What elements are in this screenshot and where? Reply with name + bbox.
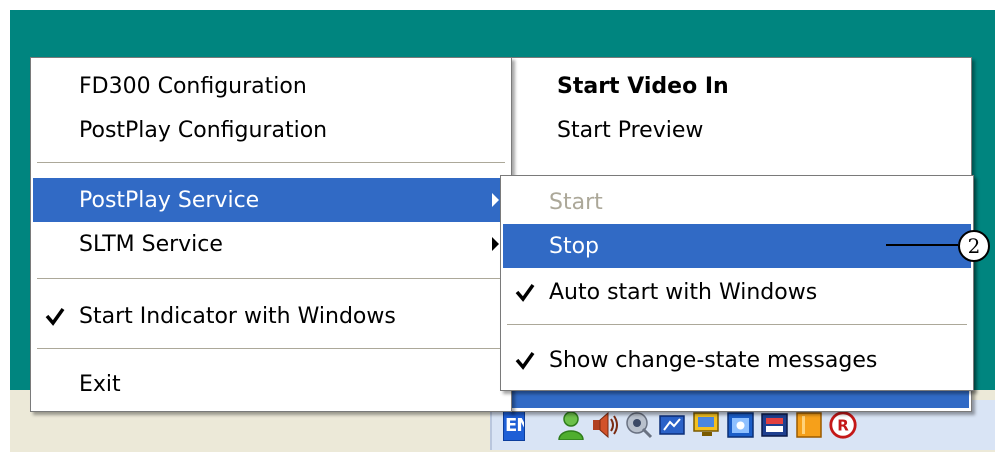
menu-item-start-video-in[interactable]: Start Video In xyxy=(511,64,969,108)
indicator-context-menu: FD300 Configuration PostPlay Configurati… xyxy=(30,57,512,412)
folder-icon[interactable] xyxy=(794,409,824,441)
menu-separator xyxy=(37,278,505,280)
menu-item-start[interactable]: Start xyxy=(503,180,971,224)
menu-item-start-indicator-with-windows[interactable]: Start Indicator with Windows xyxy=(33,294,509,338)
window-icon[interactable] xyxy=(726,409,756,441)
menu-item-label: PostPlay Configuration xyxy=(79,117,328,143)
menu-separator xyxy=(37,162,505,164)
registered-icon[interactable]: R xyxy=(828,409,858,441)
speaker-icon[interactable] xyxy=(590,409,620,441)
menu-item-sltm-service[interactable]: SLTM Service xyxy=(33,222,509,266)
submenu-arrow-icon xyxy=(492,193,499,207)
menu-item-label: Start Video In xyxy=(557,73,729,99)
language-label: EN xyxy=(505,414,524,436)
menu-item-start-preview[interactable]: Start Preview xyxy=(511,108,969,152)
menu-item-label: Show change-state messages xyxy=(549,347,878,373)
postplay-service-submenu: Start Stop Auto start with Windows Show … xyxy=(500,175,974,391)
menu-item-label: Start Indicator with Windows xyxy=(79,303,396,329)
menu-item-label: SLTM Service xyxy=(79,231,223,257)
svg-text:R: R xyxy=(837,417,849,435)
menu-item-postplay-service[interactable]: PostPlay Service xyxy=(33,178,509,222)
checkmark-icon xyxy=(45,307,65,326)
menu-item-fd300-configuration[interactable]: FD300 Configuration xyxy=(33,64,509,108)
checkmark-icon xyxy=(515,351,535,370)
callout-number-label: 2 xyxy=(967,234,981,258)
user-icon[interactable] xyxy=(556,409,586,441)
callout-line xyxy=(886,244,958,246)
screenshot-stage: EN R Start Video In Start Preview xyxy=(0,0,995,455)
monitor-icon[interactable] xyxy=(692,409,722,441)
menu-separator xyxy=(37,348,505,350)
menu-item-label: FD300 Configuration xyxy=(79,73,307,99)
language-indicator[interactable]: EN xyxy=(503,409,525,441)
menu-item-postplay-configuration[interactable]: PostPlay Configuration xyxy=(33,108,509,152)
menu-item-label: Stop xyxy=(549,233,600,259)
menu-item-label: Start xyxy=(549,189,603,215)
submenu-arrow-icon xyxy=(492,237,499,251)
menu-item-stop[interactable]: Stop xyxy=(503,224,971,268)
menu-item-label: Auto start with Windows xyxy=(549,279,818,305)
menu-item-label: PostPlay Service xyxy=(79,187,260,213)
menu-item-label: Start Preview xyxy=(557,117,704,143)
network-icon[interactable] xyxy=(624,409,654,441)
menu-separator xyxy=(507,324,967,326)
display-icon[interactable] xyxy=(658,409,688,441)
checkmark-icon xyxy=(515,283,535,302)
menu-item-label: Exit xyxy=(79,371,121,397)
menu-item-auto-start-with-windows[interactable]: Auto start with Windows xyxy=(503,270,971,314)
menu-item-show-change-state-messages[interactable]: Show change-state messages xyxy=(503,338,971,382)
menu-item-exit[interactable]: Exit xyxy=(33,362,509,406)
app-icon[interactable] xyxy=(760,409,790,441)
callout-number: 2 xyxy=(958,230,990,262)
